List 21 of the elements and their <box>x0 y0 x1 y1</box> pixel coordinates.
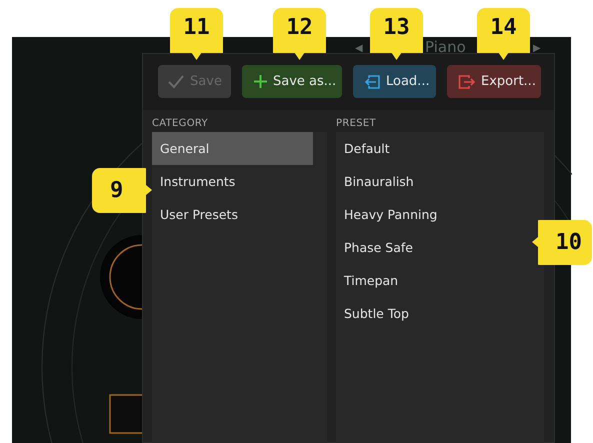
preset-item[interactable]: Phase Safe <box>336 231 421 264</box>
preset-name: Piano <box>425 38 466 56</box>
callout-badge: 10 <box>532 220 592 265</box>
category-heading: CATEGORY <box>152 118 209 129</box>
preset-item[interactable]: Default <box>336 132 398 165</box>
plus-icon <box>253 74 268 89</box>
category-item[interactable]: General <box>152 132 313 165</box>
category-item[interactable]: User Presets <box>152 198 327 231</box>
preset-item[interactable]: Timepan <box>336 264 406 297</box>
save-as-button[interactable]: Save as... <box>242 65 342 98</box>
export-button[interactable]: Export... <box>447 65 541 98</box>
load-button[interactable]: Load... <box>353 65 436 98</box>
preset-heading: PRESET <box>336 118 377 129</box>
preset-item[interactable]: Heavy Panning <box>336 198 446 231</box>
callout-badge: 9 <box>92 168 152 213</box>
checkmark-icon <box>167 74 186 90</box>
import-icon <box>364 74 381 90</box>
preset-item[interactable]: Subtle Top <box>336 297 417 330</box>
export-icon <box>458 74 476 90</box>
category-item[interactable]: Instruments <box>152 165 327 198</box>
preset-item[interactable]: Binauralish <box>336 165 422 198</box>
